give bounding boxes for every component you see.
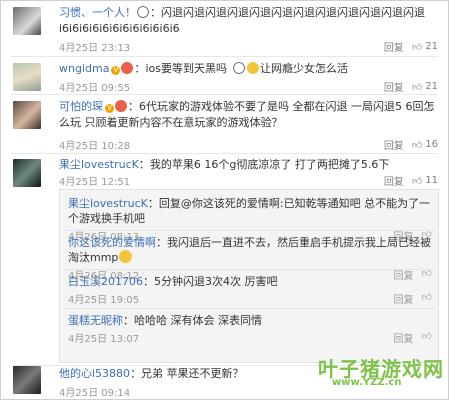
comment-date: 4月25日 12:51 [59,177,131,188]
divider [64,269,434,270]
comment-item: 果尘lovestrucK：我的苹果6 16个g彻底凉凉了 打了两把摊了5.6下 … [1,155,448,189]
heart-emoji-icon [115,100,127,112]
reply-link[interactable]: 回复 [384,173,404,188]
thumbs-up-icon[interactable]: 👍︎ [422,291,432,306]
like-count: 11 [425,175,438,186]
reply-link[interactable]: 回复 [384,137,404,152]
reply-link[interactable]: 回复 [394,330,414,345]
comment-date: 4月25日 10:28 [59,141,131,152]
thumbs-up-icon: 👍︎ [411,175,423,187]
reply-link[interactable]: 回复 [384,79,404,94]
verified-badge-icon: V [111,66,121,75]
reply-text: ：5分钟闪退3次4次 厉害吧 [143,275,278,288]
avatar[interactable] [13,63,41,91]
reply-item: 蛋糕无昵称：哈哈哈 深有体会 深表同情 4月25日 13:07 回复 👍︎ [68,313,432,345]
comment-username[interactable]: 习惯、一个人！ [59,6,136,19]
comment-item: wngidma V ：ios要等到天黑吗 让网瘾少女怎么活 4月25日 09:55 回… [1,57,448,94]
comment-actions: 回复 👍︎ 11 [384,173,438,188]
comment-date: 4月25日 23:13 [59,43,131,54]
like-count: 21 [425,41,438,52]
heart-emoji-icon [121,62,134,74]
reply-username[interactable]: 蛋糕无昵称 [68,314,123,327]
comment-username[interactable]: 可怕的琛 [59,100,103,113]
grin-emoji-icon [119,250,133,263]
avatar[interactable] [13,159,41,187]
reply-thread: 果尘lovestrucK：回复@你这该死的爱情啊:已知乾等通知吧 总不能为了一个… [59,189,439,363]
site-watermark: 叶子猪游戏网 www.YZZ.cn [314,353,444,393]
like-button[interactable]: 👍︎ 11 [412,175,438,187]
comment-text: ：ios要等到天黑吗 [134,62,227,75]
comment-body: wngidma V ：ios要等到天黑吗 让网瘾少女怎么活 [59,61,442,77]
comment-actions: 回复 👍︎ 21 [384,39,438,54]
like-button[interactable]: 👍︎ 16 [412,139,438,151]
reply-item: 白玉溪201706：5分钟闪退3次4次 厉害吧 4月25日 19:05 回复 👍︎ [68,274,432,306]
thumbs-up-icon: 👍︎ [411,139,423,151]
reply-link[interactable]: 回复 [384,39,404,54]
panda-emoji-icon [232,62,245,74]
reply-date: 4月25日 13:07 [68,334,140,345]
like-count: 16 [425,139,438,150]
reply-link[interactable]: 回复 [394,291,414,306]
comment-body: 果尘lovestrucK：我的苹果6 16个g彻底凉凉了 打了两把摊了5.6下 [59,157,442,173]
avatar[interactable] [13,101,41,129]
sweat-emoji-icon [246,62,259,74]
reply-username[interactable]: 你这该死的爱情啊 [68,236,156,249]
like-button[interactable]: 👍︎ 21 [412,41,438,53]
comment-username[interactable]: 果尘lovestrucK [59,158,139,171]
comment-item: 可怕的琛 V ：6代玩家的游戏体验不要了是吗 全都在闪退 一局闪退5 6回怎么玩 只… [1,97,448,153]
avatar[interactable] [13,7,41,35]
comment-actions: 回复 👍︎ 21 [384,79,438,94]
comment-body: 习惯、一个人！ ：闪退闪退闪退闪退闪退闪退闪退闪退闪退闪退闪退闪退i6i6i6i6… [59,5,442,37]
verified-badge-icon: V [105,104,114,113]
panda-emoji-icon [137,6,149,18]
reply-username[interactable]: 白玉溪201706 [68,275,143,288]
comment-text: ：兄弟 苹果还不更新？ [130,367,244,380]
comment-item: 习惯、一个人！ ：闪退闪退闪退闪退闪退闪退闪退闪退闪退闪退闪退闪退i6i6i6i6… [1,1,448,55]
comment-panel: 习惯、一个人！ ：闪退闪退闪退闪退闪退闪退闪退闪退闪退闪退闪退闪退i6i6i6i6… [0,0,449,400]
comment-body: 可怕的琛 V ：6代玩家的游戏体验不要了是吗 全都在闪退 一局闪退5 6回怎么玩 只… [59,99,442,131]
comment-text: ：我的苹果6 16个g彻底凉凉了 打了两把摊了5.6下 [138,158,390,171]
comment-date: 4月25日 09:55 [59,83,131,94]
comment-username[interactable]: wngidma [59,62,109,75]
watermark-url: www.YZZ.cn [332,377,402,388]
divider [64,230,434,231]
like-button[interactable]: 👍︎ 21 [412,81,438,93]
reply-username[interactable]: 果尘lovestrucK [68,197,148,210]
comment-date: 4月25日 09:14 [59,388,131,399]
like-count: 21 [425,81,438,92]
divider [11,94,438,95]
reply-date: 4月25日 19:05 [68,295,140,306]
comment-actions: 回复 👍︎ 16 [384,137,438,152]
thumbs-up-icon: 👍︎ [411,41,423,53]
comment-username[interactable]: 他的心i53880 [59,367,130,380]
reply-text: ：哈哈哈 深有体会 深表同情 [123,314,262,327]
thumbs-up-icon[interactable]: 👍︎ [422,330,432,345]
divider [11,153,438,154]
avatar[interactable] [13,366,41,394]
divider [64,308,434,309]
comment-text-continued: 让网瘾少女怎么活 [259,62,348,75]
thumbs-up-icon: 👍︎ [411,81,423,93]
